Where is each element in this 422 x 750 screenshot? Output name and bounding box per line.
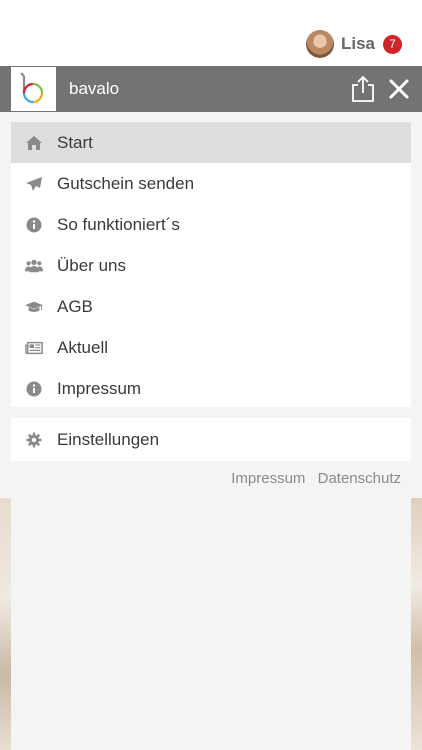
info-icon: [25, 380, 43, 398]
menu-item-label: Impressum: [57, 378, 142, 398]
close-icon: [389, 79, 409, 99]
footer-link-datenschutz[interactable]: Datenschutz: [318, 470, 401, 487]
menu-item-einstellungen[interactable]: Einstellungen: [11, 418, 411, 461]
menu-item-label: Gutschein senden: [57, 173, 195, 193]
close-button[interactable]: [386, 76, 412, 102]
menu-item-label: Start: [57, 132, 93, 152]
menu-item-aktuell[interactable]: Aktuell: [11, 327, 411, 368]
menu-item-ueber-uns[interactable]: Über uns: [11, 245, 411, 286]
menu-item-so-funktionierts[interactable]: So funktioniert´s: [11, 204, 411, 245]
menu-item-label: Aktuell: [57, 337, 109, 357]
menu-item-agb[interactable]: AGB: [11, 286, 411, 327]
graduation-cap-icon: [25, 298, 43, 316]
newspaper-icon: [25, 339, 43, 357]
footer-links: Impressum Datenschutz: [223, 470, 401, 487]
users-icon: [25, 257, 43, 275]
share-button[interactable]: [351, 75, 375, 103]
menu-item-label: So funktioniert´s: [57, 214, 180, 234]
app-title: bavalo: [69, 79, 120, 98]
footer-link-impressum[interactable]: Impressum: [231, 470, 305, 487]
user-profile[interactable]: Lisa 7: [305, 30, 402, 58]
menu-item-start[interactable]: Start: [11, 122, 411, 163]
user-bar: Lisa 7: [0, 0, 422, 66]
username[interactable]: Lisa: [341, 34, 375, 54]
menu-panel-background: [11, 498, 411, 750]
avatar[interactable]: [305, 30, 334, 58]
background-photo-right-edge: [411, 498, 422, 750]
notification-badge[interactable]: 7: [383, 34, 402, 54]
share-icon: [352, 75, 374, 102]
navigation-menu: Start Gutschein senden So funktioniert´s…: [11, 122, 411, 407]
app-header: bavalo: [0, 66, 422, 112]
menu-item-gutschein[interactable]: Gutschein senden: [11, 163, 411, 204]
menu-item-impressum[interactable]: Impressum: [11, 368, 411, 409]
menu-item-label: AGB: [57, 296, 93, 316]
background-photo-left-edge: [0, 498, 11, 750]
bavalo-logo-icon: [20, 72, 44, 104]
gear-icon: [25, 431, 43, 449]
paper-plane-icon: [25, 175, 43, 193]
home-icon: [25, 134, 43, 152]
menu-item-label: Über uns: [57, 255, 126, 275]
info-icon: [25, 216, 43, 234]
menu-item-label: Einstellungen: [57, 429, 160, 449]
app-logo[interactable]: [11, 67, 56, 111]
